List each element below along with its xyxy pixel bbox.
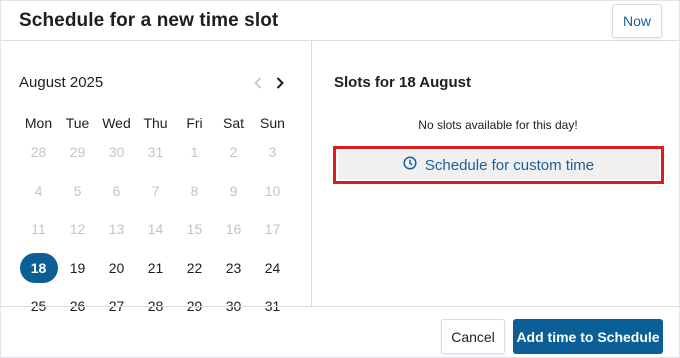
calendar-day-number: 4 <box>34 182 43 199</box>
weekday-header-row: Mon Tue Wed Thu Fri Sat Sun <box>19 113 292 133</box>
calendar-day-number: 10 <box>264 182 281 199</box>
calendar-day: 28 <box>19 137 58 167</box>
chevron-left-icon[interactable] <box>251 74 265 92</box>
chevron-right-icon[interactable] <box>273 74 287 92</box>
schedule-dialog: Schedule for a new time slot Now August … <box>0 0 680 358</box>
no-slots-message: No slots available for this day! <box>418 118 578 132</box>
calendar-day-number: 31 <box>147 144 164 161</box>
slots-title: Slots for 18 August <box>334 74 471 91</box>
calendar-day-number: 8 <box>190 182 199 199</box>
calendar-day: 9 <box>214 176 253 206</box>
calendar-week-row: 4 5 6 7 8 9 10 <box>19 172 292 211</box>
calendar-day: 3 <box>253 137 292 167</box>
calendar-day: 30 <box>97 137 136 167</box>
dialog-header: Schedule for a new time slot Now <box>1 1 679 41</box>
dialog-title: Schedule for a new time slot <box>19 10 279 31</box>
calendar-grid: Mon Tue Wed Thu Fri Sat Sun 28 29 30 31 1 2 3 4 5 6 7 8 9 1… <box>19 113 292 326</box>
calendar-day: 14 <box>136 214 175 244</box>
calendar-day-number: 9 <box>229 182 238 199</box>
calendar-day: 5 <box>58 176 97 206</box>
add-time-to-schedule-button[interactable]: Add time to Schedule <box>513 319 663 354</box>
calendar-day: 7 <box>136 176 175 206</box>
calendar-day[interactable]: 21 <box>136 253 175 283</box>
calendar-day-number: 12 <box>69 221 86 238</box>
calendar-day: 29 <box>58 137 97 167</box>
weekday-label: Sat <box>222 115 244 131</box>
calendar-day[interactable]: 24 <box>253 253 292 283</box>
clock-icon <box>403 156 417 174</box>
slots-panel: Slots for 18 August No slots available f… <box>313 41 679 306</box>
calendar-day: 1 <box>175 137 214 167</box>
calendar-day-number: 23 <box>225 259 242 276</box>
calendar-day-number: 29 <box>69 144 86 161</box>
calendar-day: 2 <box>214 137 253 167</box>
calendar-day: 10 <box>253 176 292 206</box>
calendar-day-number: 15 <box>186 221 203 238</box>
calendar-day: 17 <box>253 214 292 244</box>
calendar-week-row: 28 29 30 31 1 2 3 <box>19 133 292 172</box>
calendar-day: 4 <box>19 176 58 206</box>
calendar-day-number: 16 <box>225 221 242 238</box>
schedule-custom-time-button[interactable]: Schedule for custom time <box>338 151 659 179</box>
custom-time-highlight: Schedule for custom time <box>333 146 664 184</box>
calendar-day: 13 <box>97 214 136 244</box>
calendar-day-number: 3 <box>268 144 277 161</box>
custom-time-label: Schedule for custom time <box>424 156 595 174</box>
calendar-day: 16 <box>214 214 253 244</box>
dialog-footer: Cancel Add time to Schedule <box>1 306 679 358</box>
calendar-day-number: 18 <box>19 252 58 283</box>
calendar-week-row: 11 12 13 14 15 16 17 <box>19 210 292 249</box>
calendar-day: 31 <box>136 137 175 167</box>
weekday-label: Sun <box>260 115 285 131</box>
calendar-day-number: 14 <box>147 221 164 238</box>
calendar-day-number: 2 <box>229 144 238 161</box>
calendar-day-number: 20 <box>108 259 125 276</box>
cancel-button[interactable]: Cancel <box>441 319 505 354</box>
calendar-day-number: 17 <box>264 221 281 238</box>
calendar-day: 15 <box>175 214 214 244</box>
calendar-day[interactable]: 20 <box>97 253 136 283</box>
calendar-day-number: 7 <box>151 182 160 199</box>
weekday-label: Wed <box>102 115 131 131</box>
calendar-day-number: 6 <box>112 182 121 199</box>
weekday-label: Thu <box>143 115 168 131</box>
calendar-day: 8 <box>175 176 214 206</box>
calendar-day-number: 1 <box>190 144 199 161</box>
calendar-day-number: 28 <box>30 144 47 161</box>
calendar-day: 12 <box>58 214 97 244</box>
calendar-day-number: 11 <box>31 221 46 238</box>
calendar-day-number: 30 <box>108 144 125 161</box>
weekday-label: Mon <box>24 115 53 131</box>
calendar-week-row: 18 19 20 21 22 23 24 <box>19 249 292 288</box>
calendar-day-selected[interactable]: 18 <box>19 252 58 283</box>
calendar-day-number: 22 <box>186 259 203 276</box>
calendar-day[interactable]: 22 <box>175 253 214 283</box>
weekday-label: Fri <box>186 115 203 131</box>
month-label: August 2025 <box>19 74 104 91</box>
calendar-weeks: 28 29 30 31 1 2 3 4 5 6 7 8 9 10 11 12 13 14 15 16 17 18 19 20 2… <box>19 133 292 326</box>
calendar-day-number: 13 <box>108 221 125 238</box>
calendar-day: 11 <box>19 214 58 244</box>
now-button[interactable]: Now <box>612 4 662 38</box>
calendar-panel: August 2025 Mon Tue Wed Thu Fri Sat Sun 28 29 30… <box>1 41 312 314</box>
calendar-day-number: 21 <box>147 259 164 276</box>
calendar-day-number: 19 <box>69 259 86 276</box>
calendar-day[interactable]: 19 <box>58 253 97 283</box>
calendar-day-number: 24 <box>264 259 281 276</box>
calendar-day-number: 5 <box>73 182 82 199</box>
calendar-day[interactable]: 23 <box>214 253 253 283</box>
calendar-day: 6 <box>97 176 136 206</box>
weekday-label: Tue <box>65 115 90 131</box>
